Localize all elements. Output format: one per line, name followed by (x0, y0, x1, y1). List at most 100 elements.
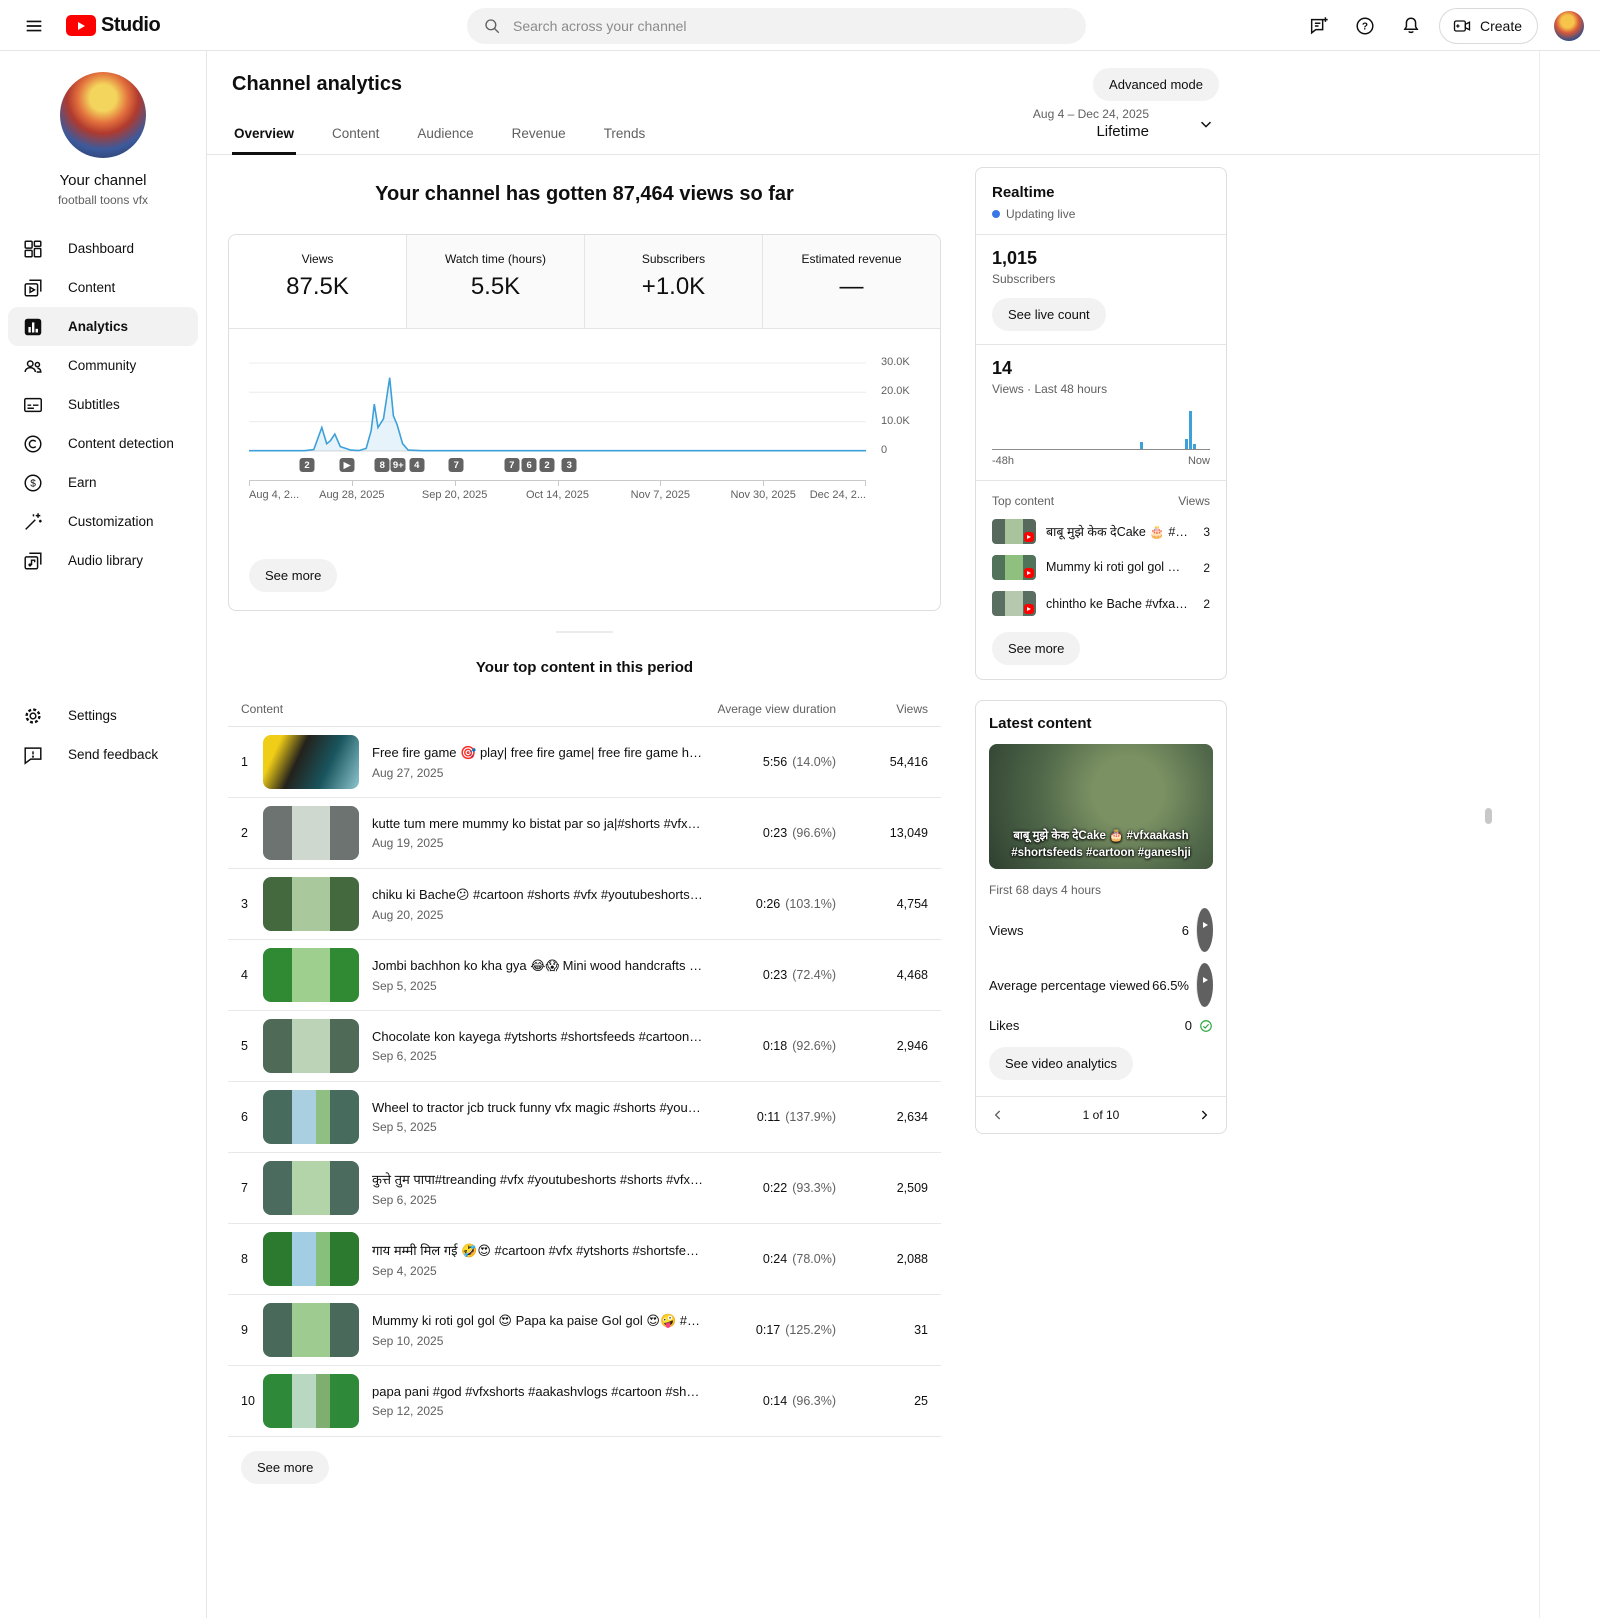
sidebar-item-settings[interactable]: Settings (0, 696, 206, 735)
video-title[interactable]: Chocolate kon kayega #ytshorts #shortsfe… (372, 1029, 704, 1044)
metric-link-icon[interactable] (1196, 908, 1213, 952)
notifications-bell-icon[interactable] (1393, 8, 1429, 44)
scrollbar-thumb[interactable] (1485, 808, 1492, 824)
x-axis-label: Sep 20, 2025 (422, 489, 487, 501)
chart-marker-badge[interactable]: ▶ (340, 458, 355, 472)
chart-marker-badge[interactable]: 6 (522, 458, 537, 472)
table-row[interactable]: 10 papa pani #god #vfxshorts #aakashvlog… (228, 1366, 941, 1437)
metric-card-subscribers[interactable]: Subscribers +1.0K (584, 235, 762, 328)
help-icon[interactable]: ? (1347, 8, 1383, 44)
sidebar-item-earn[interactable]: $ Earn (0, 463, 206, 502)
advanced-mode-button[interactable]: Advanced mode (1093, 68, 1219, 101)
date-range-selector[interactable]: Aug 4 – Dec 24, 2025 Lifetime (1033, 107, 1215, 140)
chevron-left-icon[interactable] (990, 1107, 1006, 1123)
chart-marker-badge[interactable]: 9+ (391, 458, 406, 472)
tab-trends[interactable]: Trends (602, 118, 648, 154)
sidebar-item-content-detection[interactable]: Content detection (0, 424, 206, 463)
avg-view-duration: 0:22(93.3%) (716, 1181, 836, 1195)
table-row[interactable]: 2 kutte tum mere mummy ko bistat par so … (228, 798, 941, 869)
tab-content[interactable]: Content (330, 118, 381, 154)
feedback-icon[interactable] (1301, 8, 1337, 44)
table-row[interactable]: 7 कुत्ते तुम पापा#treanding #vfx #youtub… (228, 1153, 941, 1224)
search-input[interactable] (513, 18, 1070, 34)
table-row[interactable]: 3 chiku ki Bache😕 #cartoon #shorts #vfx … (228, 869, 941, 940)
column-header-content[interactable]: Content (241, 702, 716, 716)
video-title[interactable]: chiku ki Bache😕 #cartoon #shorts #vfx #y… (372, 887, 704, 903)
tab-audience[interactable]: Audience (415, 118, 475, 154)
table-row[interactable]: 9 Mummy ki roti gol gol 😍 Papa ka paise … (228, 1295, 941, 1366)
chevron-right-icon[interactable] (1196, 1107, 1212, 1123)
realtime-content-item[interactable]: chintho ke Bache #vfxaakash... 2 (992, 591, 1210, 616)
video-thumbnail[interactable] (263, 806, 359, 860)
chart-marker-badge[interactable]: 8 (375, 458, 390, 472)
table-row[interactable]: 4 Jombi bachhon ko kha gya 😂😱 Mini wood … (228, 940, 941, 1011)
youtube-studio-logo[interactable]: Studio (66, 14, 160, 37)
metric-card-views[interactable]: Views 87.5K (229, 235, 406, 328)
tab-revenue[interactable]: Revenue (510, 118, 568, 154)
chart-marker-badge[interactable]: 4 (409, 458, 424, 472)
video-thumbnail[interactable] (263, 735, 359, 789)
video-title[interactable]: Free fire game 🎯 play| free fire game| f… (372, 745, 704, 761)
see-more-button[interactable]: See more (992, 632, 1080, 665)
column-header-avg-duration[interactable]: Average view duration (716, 702, 836, 716)
row-rank: 5 (241, 1039, 263, 1053)
video-thumbnail[interactable] (263, 1019, 359, 1073)
metric-card-watch-time[interactable]: Watch time (hours) 5.5K (406, 235, 584, 328)
sidebar-item-community[interactable]: Community (0, 346, 206, 385)
svg-text:?: ? (1362, 21, 1368, 32)
table-row[interactable]: 6 Wheel to tractor jcb truck funny vfx m… (228, 1082, 941, 1153)
video-thumbnail[interactable] (263, 1161, 359, 1215)
video-title[interactable]: papa pani #god #vfxshorts #aakashvlogs #… (372, 1384, 704, 1399)
video-thumbnail[interactable] (263, 1374, 359, 1428)
video-thumbnail[interactable] (263, 877, 359, 931)
video-thumbnail[interactable] (263, 1090, 359, 1144)
table-row[interactable]: 8 गाय मम्मी मिल गई 🤣😍 #cartoon #vfx #yts… (228, 1224, 941, 1295)
see-video-analytics-button[interactable]: See video analytics (989, 1047, 1133, 1080)
video-title[interactable]: कुत्ते तुम पापा#treanding #vfx #youtubes… (372, 1170, 704, 1188)
realtime-content-item[interactable]: Mummy ki roti gol gol 🤩 Pap... 2 (992, 555, 1210, 580)
channel-avatar[interactable] (60, 72, 146, 158)
see-more-button[interactable]: See more (241, 1451, 329, 1484)
video-title[interactable]: Jombi bachhon ko kha gya 😂😱 Mini wood ha… (372, 958, 704, 974)
table-row[interactable]: 5 Chocolate kon kayega #ytshorts #shorts… (228, 1011, 941, 1082)
video-title[interactable]: Mummy ki roti gol gol 😍 Papa ka paise Go… (372, 1313, 704, 1329)
realtime-content-item[interactable]: बाबू मुझे केक देCake 🎂 #vfxaa... 3 (992, 519, 1210, 544)
divider (976, 480, 1226, 481)
sidebar-item-content[interactable]: Content (0, 268, 206, 307)
chart-marker-badge[interactable]: 7 (504, 458, 519, 472)
video-title[interactable]: Wheel to tractor jcb truck funny vfx mag… (372, 1100, 704, 1115)
chart-marker-badge[interactable]: 2 (299, 458, 314, 472)
see-more-button[interactable]: See more (249, 559, 337, 592)
video-thumbnail[interactable] (263, 948, 359, 1002)
sidebar-item-label: Analytics (68, 319, 128, 334)
sidebar-item-send-feedback[interactable]: Send feedback (0, 735, 206, 774)
x-axis-label: Aug 4, 2... (249, 489, 299, 501)
sidebar-item-dashboard[interactable]: Dashboard (0, 229, 206, 268)
chart-marker-badge[interactable]: 3 (562, 458, 577, 472)
row-rank: 4 (241, 968, 263, 982)
column-header-views[interactable]: Views (836, 702, 928, 716)
sidebar-item-customization[interactable]: Customization (0, 502, 206, 541)
video-title[interactable]: गाय मम्मी मिल गई 🤣😍 #cartoon #vfx #ytsho… (372, 1241, 704, 1259)
account-avatar[interactable] (1554, 11, 1584, 41)
metric-card-estimated-revenue[interactable]: Estimated revenue — (762, 235, 940, 328)
x-axis-label: Nov 30, 2025 (730, 489, 795, 501)
video-thumbnail[interactable] (263, 1303, 359, 1357)
channel-search[interactable] (467, 8, 1086, 44)
menu-icon[interactable] (16, 8, 52, 44)
sidebar-item-audio-library[interactable]: Audio library (0, 541, 206, 580)
sidebar-item-subtitles[interactable]: Subtitles (0, 385, 206, 424)
tab-overview[interactable]: Overview (232, 118, 296, 154)
stat-label: Likes (989, 1018, 1185, 1033)
create-button[interactable]: Create (1439, 8, 1538, 44)
latest-video-thumbnail[interactable]: बाबू मुझे केक देCake 🎂 #vfxaakash #short… (989, 744, 1213, 869)
video-thumbnail[interactable] (263, 1232, 359, 1286)
see-live-count-button[interactable]: See live count (992, 298, 1106, 331)
page-header: Channel analytics Advanced mode Aug 4 – … (207, 51, 1539, 96)
table-row[interactable]: 1 Free fire game 🎯 play| free fire game|… (228, 727, 941, 798)
chart-marker-badge[interactable]: 2 (540, 458, 555, 472)
sidebar-item-analytics[interactable]: Analytics (8, 307, 198, 346)
metric-link-icon[interactable] (1196, 963, 1213, 1007)
chart-marker-badge[interactable]: 7 (449, 458, 464, 472)
video-title[interactable]: kutte tum mere mummy ko bistat par so ja… (372, 816, 704, 831)
